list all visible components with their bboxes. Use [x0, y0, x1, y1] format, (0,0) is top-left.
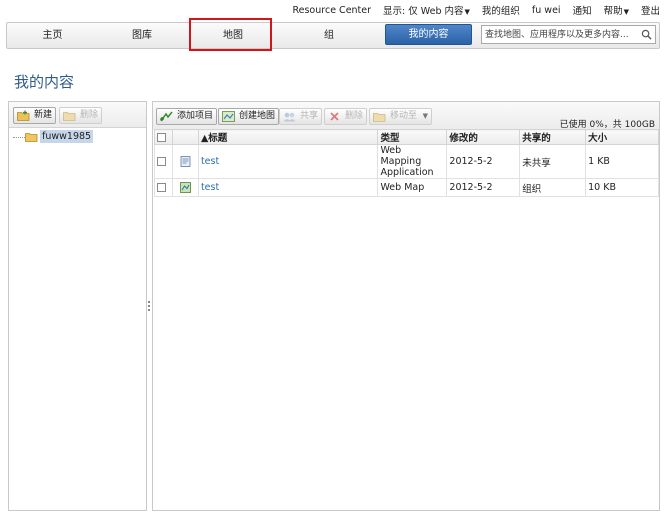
row-checkbox[interactable] [157, 183, 166, 192]
table-header-row: ▲标题 类型 修改的 共享的 大小 [154, 129, 659, 145]
row-type-cell: Web Map [377, 178, 448, 197]
chevron-down-icon: ▼ [464, 8, 470, 16]
row-shared-cell: 未共享 [519, 144, 587, 179]
top-utility-bar: Resource Center 显示: 仅 Web 内容▼ 我的组织 fu we… [0, 0, 666, 20]
chevron-down-icon: ▼ [623, 8, 629, 16]
web-app-icon [180, 156, 191, 167]
delete-folder-icon [63, 112, 76, 121]
tab-my-content[interactable]: 我的内容 [385, 24, 472, 45]
row-size-cell: 1 KB [585, 144, 659, 179]
delete-folder-button[interactable]: 删除 [59, 107, 103, 124]
tab-map[interactable]: 地图 [191, 23, 275, 48]
add-item-icon [160, 111, 173, 122]
user-name-link[interactable]: fu wei [532, 5, 561, 16]
items-panel: 添加项目 创建地图 共享 删除 移动至 ▼ 已使用 0%，共 100GB ▲标题… [152, 101, 660, 511]
delete-folder-label: 删除 [80, 110, 99, 120]
share-icon [283, 112, 296, 122]
column-header-shared[interactable]: 共享的 [519, 129, 587, 145]
row-size-cell: 10 KB [585, 178, 659, 197]
share-button[interactable]: 共享 [279, 108, 323, 125]
column-header-type[interactable]: 类型 [377, 129, 448, 145]
show-only-dropdown[interactable]: 显示: 仅 Web 内容▼ [383, 3, 470, 17]
search-icon[interactable] [641, 29, 652, 40]
create-map-button[interactable]: 创建地图 [218, 108, 280, 125]
row-modified-cell: 2012-5-2 [446, 144, 521, 179]
column-header-title[interactable]: ▲标题 [197, 129, 379, 145]
help-dropdown[interactable]: 帮助▼ [604, 3, 629, 17]
folder-icon [25, 133, 38, 142]
create-map-label: 创建地图 [239, 111, 276, 121]
row-select-cell [154, 178, 173, 197]
logout-link[interactable]: 登出 [641, 3, 660, 17]
resource-center-link[interactable]: Resource Center [292, 5, 371, 16]
delete-x-icon [330, 112, 339, 121]
column-header-size[interactable]: 大小 [585, 129, 659, 145]
tab-gallery[interactable]: 图库 [98, 23, 186, 48]
page-title: 我的内容 [14, 73, 75, 91]
move-to-label: 移动至 [390, 111, 418, 121]
my-org-link[interactable]: 我的组织 [482, 3, 520, 17]
create-map-icon [222, 111, 235, 122]
item-title-link[interactable]: test [201, 156, 219, 167]
folder-toolbar: 新建 删除 [9, 102, 146, 128]
row-checkbox[interactable] [157, 157, 166, 166]
icon-column-header [171, 129, 199, 145]
select-all-checkbox[interactable] [157, 132, 166, 142]
help-label: 帮助 [603, 6, 623, 17]
item-title-link[interactable]: test [201, 182, 219, 193]
table-row: test Web Map 2012-5-2 组织 10 KB [154, 178, 659, 197]
row-type-cell: Web Mapping Application [377, 144, 448, 179]
items-table: ▲标题 类型 修改的 共享的 大小 test Web Mapping Appli… [154, 129, 659, 197]
folder-tree-item[interactable]: fuww1985 [9, 130, 146, 144]
folder-panel: 新建 删除 fuww1985 [8, 101, 147, 511]
row-title-cell: test [197, 144, 379, 179]
row-icon-cell [171, 144, 199, 179]
add-item-button[interactable]: 添加项目 [156, 108, 218, 125]
new-folder-icon [17, 110, 30, 121]
web-map-icon [180, 182, 191, 193]
row-shared-cell: 组织 [519, 178, 587, 197]
show-only-label: 显示: 仅 Web 内容 [383, 6, 464, 17]
new-folder-label: 新建 [34, 110, 53, 120]
row-modified-cell: 2012-5-2 [446, 178, 521, 197]
delete-item-label: 删除 [345, 111, 364, 121]
table-row: test Web Mapping Application 2012-5-2 未共… [154, 144, 659, 179]
select-all-cell [154, 129, 173, 145]
column-header-modified[interactable]: 修改的 [446, 129, 521, 145]
folder-name[interactable]: fuww1985 [40, 130, 94, 143]
tab-groups[interactable]: 组 [285, 23, 373, 48]
row-select-cell [154, 144, 173, 179]
panel-splitter-handle[interactable] [148, 300, 151, 314]
row-title-cell: test [197, 178, 379, 197]
items-toolbar: 添加项目 创建地图 共享 删除 移动至 ▼ 已使用 0%，共 100GB [153, 102, 659, 130]
search-input[interactable] [482, 26, 637, 43]
add-item-label: 添加项目 [177, 111, 214, 121]
delete-item-button[interactable]: 删除 [324, 108, 368, 125]
tree-connector [13, 137, 25, 138]
notifications-link[interactable]: 通知 [573, 3, 592, 17]
row-icon-cell [171, 178, 199, 197]
move-to-icon [373, 113, 386, 122]
tab-home[interactable]: 主页 [7, 23, 98, 48]
chevron-down-icon: ▼ [422, 112, 429, 120]
new-folder-button[interactable]: 新建 [13, 107, 57, 124]
move-to-dropdown[interactable]: 移动至 ▼ [369, 108, 433, 125]
share-label: 共享 [300, 111, 319, 121]
search-box [481, 25, 656, 44]
